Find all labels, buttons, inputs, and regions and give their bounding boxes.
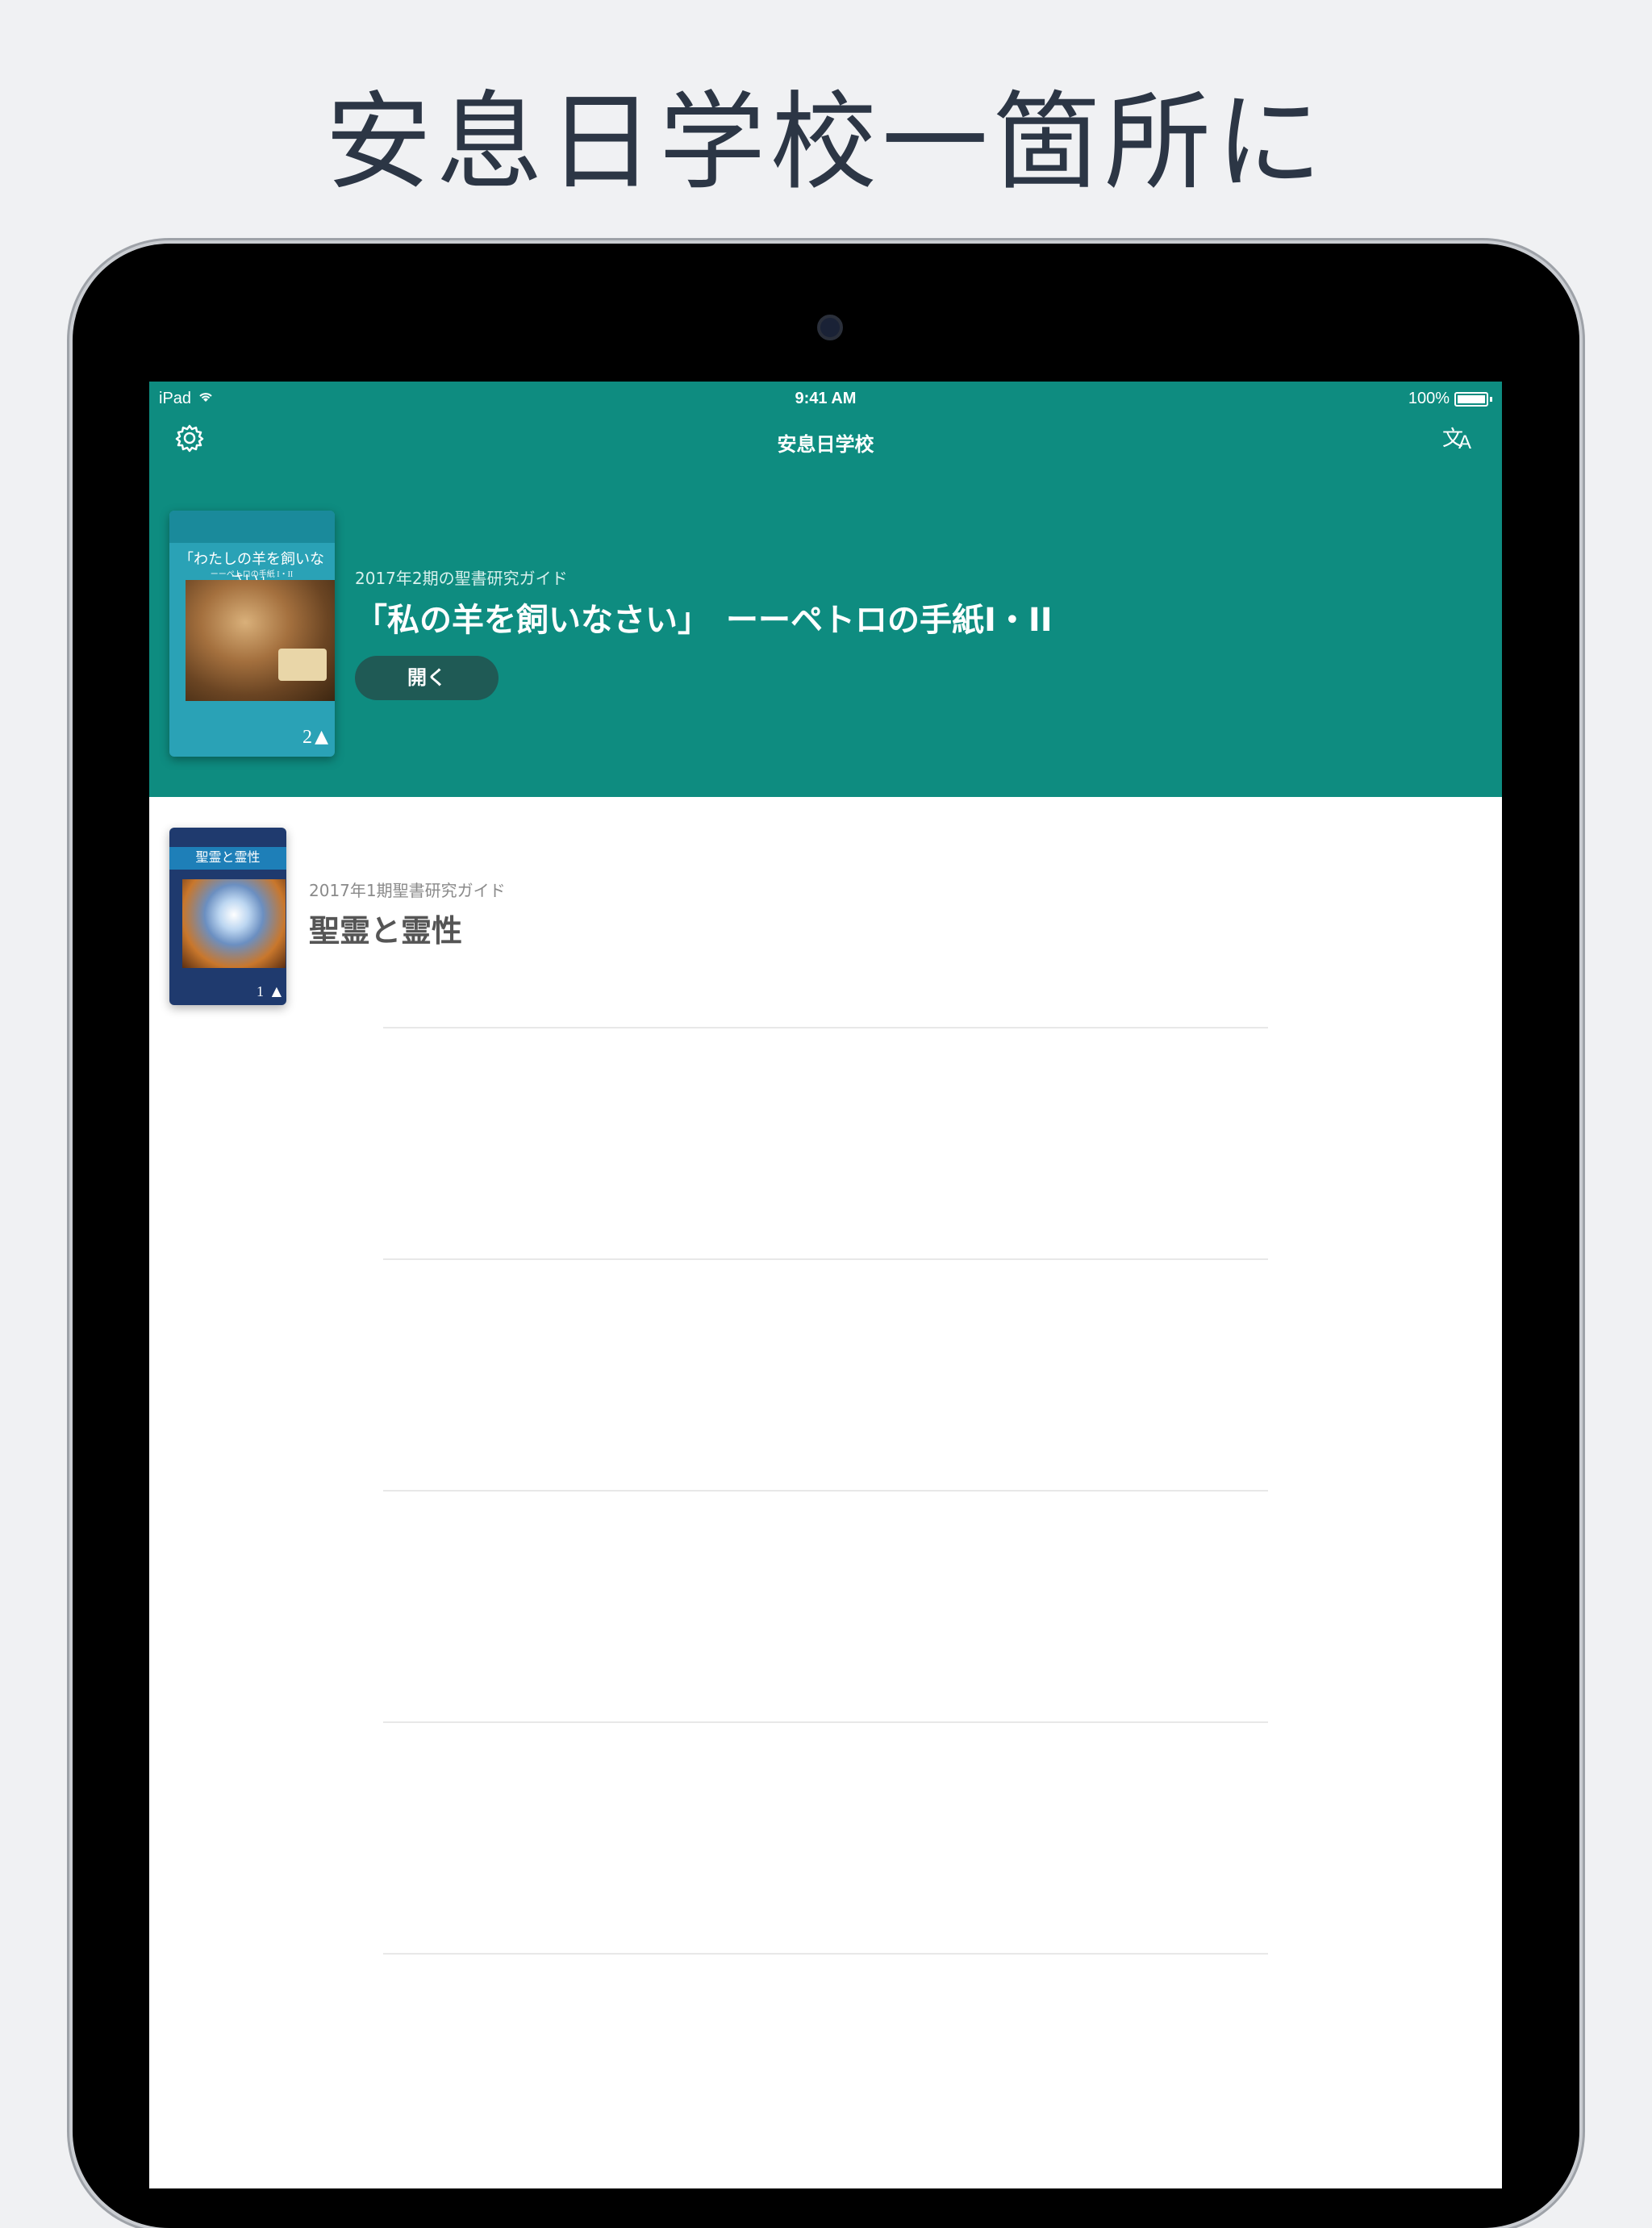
cover-artwork	[182, 879, 286, 968]
featured-text: 2017年2期の聖書研究ガイド 「私の羊を飼いなさい」 ーーペトロの手紙I・II	[355, 565, 1053, 640]
list-item-empty	[149, 1260, 1502, 1492]
church-logo-icon: ▲	[315, 727, 328, 747]
cover-artwork	[186, 580, 335, 701]
list-item[interactable]: 聖霊と霊性 1 ▲ 2017年1期聖書研究ガイド 聖霊と霊性	[149, 797, 1502, 1028]
quarterly-title: 聖霊と霊性	[309, 913, 463, 949]
cover-subtitle: ーーペトロの手紙 I・II	[210, 570, 294, 579]
featured-cover-image[interactable]: 「わたしの羊を飼いなさい」 ーーペトロの手紙 I・II 2 ▲	[169, 511, 335, 757]
cover-number: 1	[257, 983, 264, 999]
battery-percent: 100%	[1408, 390, 1450, 407]
featured-header: iPad 9:41 AM 100% 安息日学校 文 A 「わたしの羊を飼いな ー…	[149, 382, 1502, 797]
status-time: 9:41 AM	[795, 390, 857, 407]
battery-icon	[1454, 391, 1488, 407]
divider	[383, 1953, 1268, 1955]
quarterly-list: 聖霊と霊性 1 ▲ 2017年1期聖書研究ガイド 聖霊と霊性	[149, 797, 1502, 1955]
quarterly-cover-image[interactable]: 聖霊と霊性 1 ▲	[169, 828, 286, 1005]
status-bar: iPad 9:41 AM 100%	[149, 382, 1502, 414]
cover-title: 聖霊と霊性	[169, 847, 286, 870]
cover-number: 2	[302, 727, 312, 748]
list-item-empty	[149, 1028, 1502, 1260]
church-logo-icon: ▲	[271, 983, 282, 999]
quarterly-subtitle: 2017年1期聖書研究ガイド	[309, 881, 506, 900]
featured-title: 「私の羊を飼いなさい」 ーーペトロの手紙I・II	[355, 602, 1053, 639]
nav-title: 安息日学校	[777, 433, 874, 456]
list-item-empty	[149, 1492, 1502, 1723]
navigation-bar: 安息日学校 文 A	[149, 414, 1502, 462]
open-button[interactable]: 開く	[355, 656, 499, 700]
page-headline: 安息日学校一箇所に	[325, 81, 1327, 205]
app-screen: iPad 9:41 AM 100% 安息日学校 文 A 「わたしの羊を飼いな ー…	[149, 382, 1502, 2188]
camera-dot	[817, 315, 843, 340]
translate-icon[interactable]: 文 A	[1442, 422, 1478, 454]
featured-subtitle: 2017年2期の聖書研究ガイド	[355, 569, 568, 588]
list-item-empty	[149, 1723, 1502, 1955]
